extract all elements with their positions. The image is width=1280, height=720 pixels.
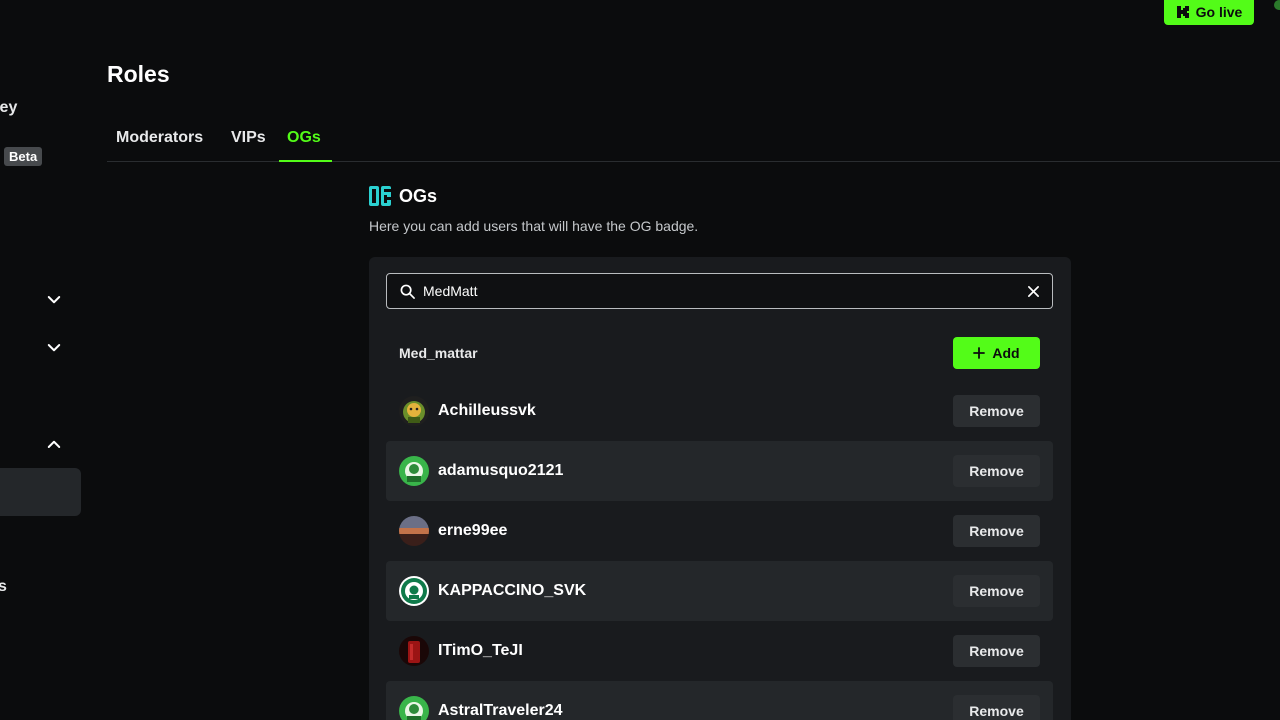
role-tabs: Moderators VIPs OGs xyxy=(107,118,1280,162)
tab-moderators[interactable]: Moderators xyxy=(116,118,203,162)
user-search xyxy=(386,273,1053,309)
chevron-down-icon[interactable] xyxy=(44,338,64,358)
list-item: Achilleussvk Remove xyxy=(386,381,1053,441)
remove-user-button[interactable]: Remove xyxy=(953,695,1040,720)
sidebar-item-label-partial[interactable]: s xyxy=(0,578,7,596)
username: adamusquo2121 xyxy=(438,462,564,479)
list-item: AstralTraveler24 Remove xyxy=(386,681,1053,720)
list-item: adamusquo2121 Remove xyxy=(386,441,1053,501)
og-badge-icon xyxy=(369,185,391,207)
avatar xyxy=(399,396,429,426)
remove-user-button[interactable]: Remove xyxy=(953,455,1040,487)
username: KAPPACCINO_SVK xyxy=(438,582,587,599)
add-user-button[interactable]: Add xyxy=(953,337,1040,369)
avatar xyxy=(399,456,429,486)
sidebar: Key Beta s xyxy=(0,0,90,720)
og-user-list: Achilleussvk Remove adamusquo2121 Remove xyxy=(386,381,1053,720)
list-item: KAPPACCINO_SVK Remove xyxy=(386,561,1053,621)
avatar xyxy=(399,636,429,666)
list-item: ITimO_TeJI Remove xyxy=(386,621,1053,681)
tab-vips[interactable]: VIPs xyxy=(231,118,266,162)
section-description: Here you can add users that will have th… xyxy=(369,218,699,234)
add-button-label: Add xyxy=(992,345,1020,361)
username: ITimO_TeJI xyxy=(438,642,523,659)
remove-user-button[interactable]: Remove xyxy=(953,575,1040,607)
kick-logo-icon xyxy=(1176,5,1190,19)
chevron-down-icon[interactable] xyxy=(44,290,64,310)
page-title: Roles xyxy=(107,61,170,87)
page: Key Beta s Go live Roles Moderators VIPs… xyxy=(0,0,1280,720)
remove-user-button[interactable]: Remove xyxy=(953,515,1040,547)
beta-badge: Beta xyxy=(4,147,43,166)
search-icon xyxy=(400,284,415,299)
remove-user-button[interactable]: Remove xyxy=(953,635,1040,667)
user-avatar-partial[interactable] xyxy=(1274,0,1280,10)
list-item: erne99ee Remove xyxy=(386,501,1053,561)
section-title: OGs xyxy=(399,185,438,206)
og-users-panel: Med_mattar Add Achilleussvk Remove xyxy=(369,257,1071,720)
sidebar-item-label-partial[interactable]: Key xyxy=(0,99,17,117)
tab-ogs[interactable]: OGs xyxy=(287,118,321,162)
search-result-username: Med_mattar xyxy=(399,345,478,361)
chevron-up-icon[interactable] xyxy=(44,434,64,454)
go-live-button[interactable]: Go live xyxy=(1164,0,1254,25)
search-result-row: Med_mattar Add xyxy=(386,335,1053,371)
username: erne99ee xyxy=(438,522,508,539)
search-input[interactable] xyxy=(423,283,1027,299)
avatar xyxy=(399,576,429,606)
sidebar-item-active[interactable] xyxy=(0,468,81,516)
username: AstralTraveler24 xyxy=(438,702,563,719)
close-icon[interactable] xyxy=(1027,285,1040,298)
remove-user-button[interactable]: Remove xyxy=(953,395,1040,427)
avatar xyxy=(399,696,429,720)
section-header: OGs xyxy=(369,185,437,207)
plus-icon xyxy=(973,347,986,359)
go-live-label: Go live xyxy=(1195,3,1243,20)
username: Achilleussvk xyxy=(438,402,536,419)
active-tab-indicator xyxy=(279,160,332,162)
avatar xyxy=(399,516,429,546)
